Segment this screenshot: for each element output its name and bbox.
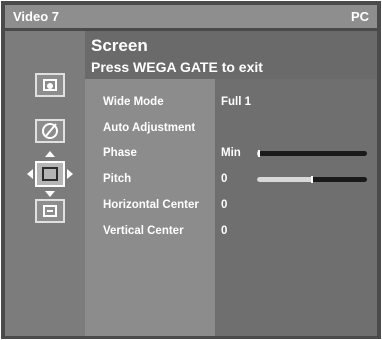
setting-label: Auto Adjustment [103,122,196,134]
wide-mode-value-row: Full 1 [215,96,375,112]
setting-label: Horizontal Center [103,199,199,211]
exit-hint: Press WEGA GATE to exit [91,59,263,75]
horizontal-center-value-row: 0 [215,199,375,215]
phase-value-row: Min [215,147,375,163]
down-arrow-icon [45,191,55,197]
picture-icon[interactable] [35,73,65,97]
input-name: Video 7 [13,9,60,24]
osd-header: Video 7 PC [5,5,377,28]
screen-icon[interactable] [27,151,73,197]
left-arrow-icon [27,169,33,179]
settings-value-panel: Full 1 Min 0 0 0 [215,79,377,336]
pitch-slider[interactable] [257,176,367,183]
up-arrow-icon [45,151,55,157]
auto-adjustment-value-row [215,122,375,138]
wide-mode-value: Full 1 [221,96,252,108]
phase-slider[interactable] [257,150,367,157]
setting-label: Vertical Center [103,225,184,237]
setting-label: Pitch [103,173,132,185]
pitch-value: 0 [221,173,228,185]
sound-icon[interactable] [35,119,65,143]
pitch-value-row: 0 [215,173,375,189]
vertical-center-value-row: 0 [215,225,375,241]
menu-title: Screen [91,36,148,55]
right-arrow-icon [67,169,73,179]
setup-icon[interactable] [35,199,65,223]
screen-icon-box [35,161,65,187]
menu-title-band: Screen Press WEGA GATE to exit [85,31,377,79]
phase-slider-marker[interactable] [258,150,260,157]
input-mode: PC [350,9,369,24]
menu-icon-column [5,31,85,336]
setting-label: Wide Mode [103,96,164,108]
horizontal-center-value: 0 [221,199,228,211]
vertical-center-value: 0 [221,225,228,237]
pitch-slider-marker[interactable] [311,176,313,183]
phase-value: Min [221,147,241,159]
settings-label-panel: Wide Mode Auto Adjustment Phase Pitch Ho… [85,79,215,336]
osd-menu: Video 7 PC Screen Press WEGA GATE to exi… [1,1,381,339]
pitch-slider-fill [257,177,312,182]
setting-label: Phase [103,147,137,159]
